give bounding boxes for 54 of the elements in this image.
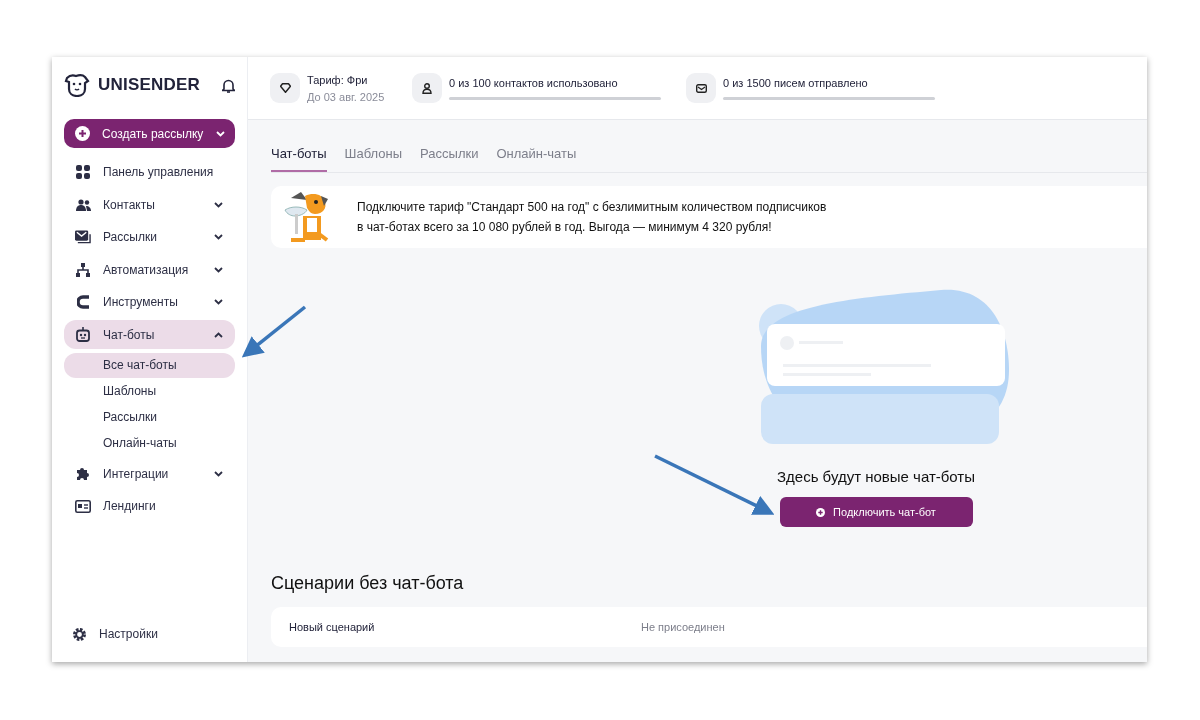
envelope-icon (695, 83, 707, 93)
submenu-item[interactable]: Онлайн-чаты (64, 430, 235, 456)
brand-logo-text: UNISENDER (98, 75, 201, 95)
sidebar-item[interactable]: Интеграции (64, 459, 235, 488)
sidebar-item[interactable]: Автоматизация (64, 255, 235, 284)
sidebar-item[interactable]: Панель управления (64, 157, 235, 187)
usage-label: 0 из 100 контактов использовано (449, 76, 619, 89)
plan-expiry: До 03 авг. 2025 (307, 90, 385, 103)
settings-link[interactable]: Настройки (52, 622, 247, 646)
section-heading: Сценарии без чат-бота (271, 573, 465, 594)
tab[interactable]: Чат-боты (271, 146, 327, 172)
scenario-row[interactable]: Новый сценарий Не присоединен (271, 607, 1147, 647)
person-icon (422, 82, 432, 94)
create-campaign-button[interactable]: Создать рассылку (64, 119, 235, 148)
submenu-item[interactable]: Все чат-боты (64, 352, 235, 378)
promo-text: Подключите тариф "Стандарт 500 на год" с безлимитным количеством подписчиков в чат-ботах всего за 10 080 рублей в год. Выгода — минимум 4 320 рубля! (357, 199, 827, 236)
sidebar-item[interactable]: Контакты (64, 190, 235, 219)
chevron-icon (214, 266, 223, 273)
chevron-icon (214, 201, 223, 208)
connect-chatbot-button[interactable]: Подключить чат-бот (779, 497, 973, 527)
submenu-item[interactable]: Рассылки (64, 404, 235, 430)
tab[interactable]: Рассылки (420, 146, 479, 172)
puzzle-icon (75, 466, 91, 481)
id-card-icon (75, 499, 91, 513)
dog-logo-icon (64, 73, 90, 97)
gear-icon (72, 626, 87, 642)
usage-label: 0 из 1500 писем отправлено (723, 76, 869, 89)
magnet-icon (77, 295, 89, 309)
grid-icon (76, 165, 90, 179)
submenu-item[interactable]: Шаблоны (64, 378, 235, 404)
chevron-icon (214, 470, 223, 477)
annotation-arrow (241, 305, 307, 358)
plus-circle-icon (816, 507, 826, 517)
tab[interactable]: Шаблоны (344, 146, 403, 172)
chevron-icon (216, 130, 225, 137)
bell-icon[interactable] (222, 77, 235, 93)
sidebar-item[interactable]: Лендинги (64, 491, 235, 521)
empty-state-message: Здесь будут новые чат-боты (777, 468, 975, 485)
envelope-icon (75, 230, 91, 244)
plus-circle-icon (75, 126, 90, 141)
scenario-name: Новый сценарий (288, 621, 376, 633)
people-icon (75, 198, 91, 211)
scenario-status: Не присоединен (641, 621, 725, 633)
sidebar-item[interactable]: Инструменты (64, 287, 235, 317)
diamond-icon (279, 83, 291, 93)
sidebar-item[interactable]: Рассылки (64, 222, 235, 252)
chevron-icon (214, 234, 223, 240)
hierarchy-icon (76, 262, 90, 277)
robot-icon (76, 327, 90, 342)
chevron-icon (214, 299, 223, 305)
sidebar-item[interactable]: Чат-боты (64, 320, 235, 349)
tab[interactable]: Онлайн-чаты (496, 146, 577, 172)
chevron-icon (214, 331, 223, 338)
plan-name: Тариф: Фри (307, 73, 369, 86)
